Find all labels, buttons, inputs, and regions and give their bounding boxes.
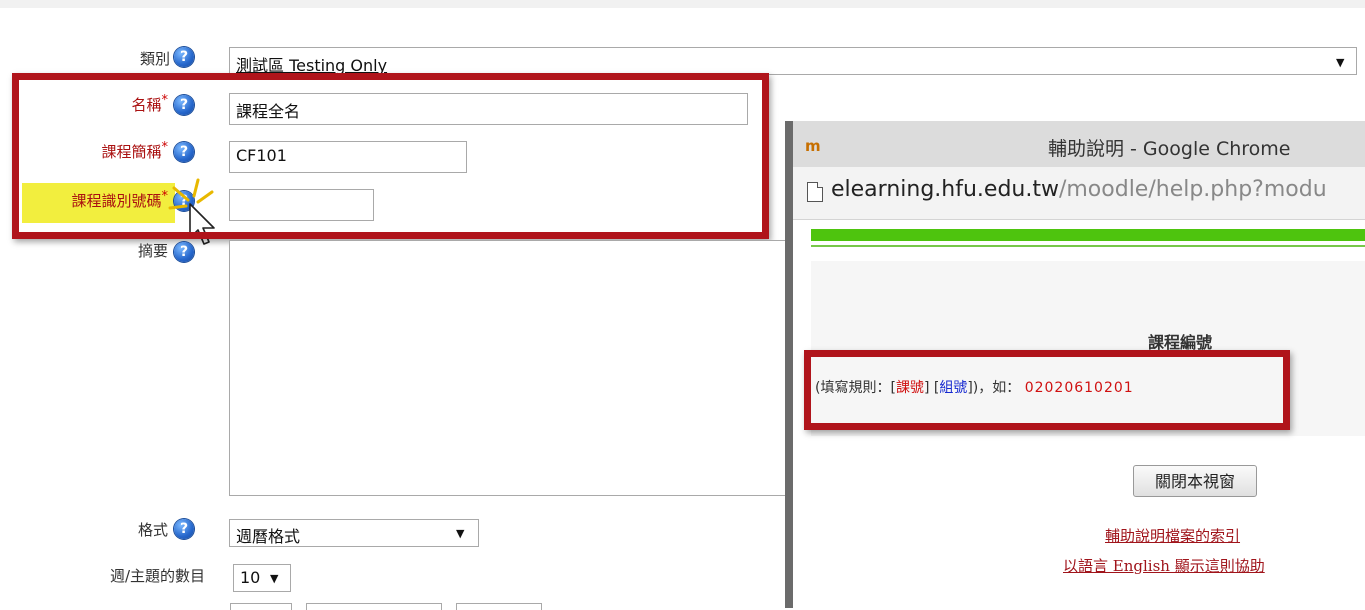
format-dropdown-arrow-icon: ▼ [456, 527, 465, 540]
annotation-box-rule [804, 350, 1290, 430]
help-index-link[interactable]: 輔助說明檔案的索引 [1105, 525, 1240, 546]
summary-label: 摘要 [137, 242, 168, 260]
green-header-bar [811, 229, 1365, 241]
popup-url: elearning.hfu.edu.tw/moodle/help.php?mod… [831, 177, 1327, 202]
numsections-label: 週/主題的數目 [109, 567, 205, 585]
category-dropdown-arrow-icon: ▼ [1336, 56, 1345, 69]
category-help-icon[interactable]: ? [174, 47, 194, 67]
english-help-link[interactable]: 以語言 English 顯示這則協助 [1063, 555, 1265, 576]
category-label: 類別 [139, 50, 170, 68]
moodle-logo-icon: m [805, 137, 821, 155]
document-icon [807, 182, 823, 202]
green-divider [811, 245, 1365, 247]
next-field-edge [306, 603, 442, 610]
popup-address-bar[interactable]: elearning.hfu.edu.tw/moodle/help.php?mod… [793, 167, 1365, 220]
format-help-icon[interactable]: ? [174, 519, 194, 539]
summary-textarea[interactable] [229, 240, 789, 496]
format-label: 格式 [137, 521, 168, 539]
next-field-edge [456, 603, 542, 610]
next-field-edge [230, 603, 292, 610]
annotation-box-form [12, 73, 769, 239]
numsections-dropdown-arrow-icon: ▼ [270, 572, 279, 585]
top-strip [0, 0, 1365, 8]
close-window-button[interactable]: 關閉本視窗 [1133, 465, 1257, 497]
category-select[interactable]: 測試區 Testing Only [229, 47, 1357, 75]
numsections-select[interactable]: 10 [233, 564, 291, 592]
format-select[interactable]: 週曆格式 [229, 519, 479, 547]
popup-window-title: 輔助說明 - Google Chrome [1048, 138, 1291, 160]
popup-titlebar[interactable]: m 輔助說明 - Google Chrome [793, 121, 1365, 167]
summary-help-icon[interactable]: ? [174, 242, 194, 262]
